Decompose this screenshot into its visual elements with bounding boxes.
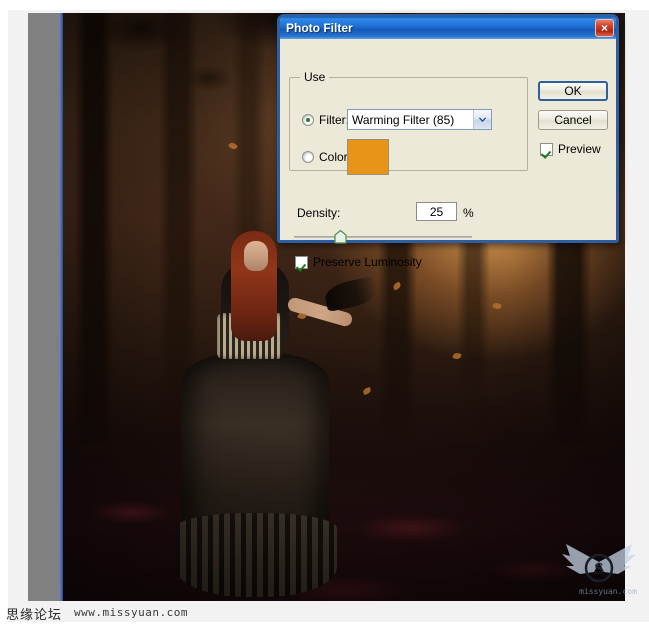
forum-watermark-text: 思缘论坛 bbox=[6, 607, 63, 622]
dialog-title: Photo Filter bbox=[286, 21, 353, 35]
filter-radio-label: Filter: bbox=[319, 113, 349, 127]
filter-type-select[interactable]: Warming Filter (85) bbox=[347, 109, 492, 130]
dialog-titlebar[interactable]: Photo Filter × bbox=[280, 17, 616, 39]
density-input[interactable]: 25 bbox=[416, 202, 457, 221]
ok-button[interactable]: OK bbox=[538, 81, 608, 101]
close-icon[interactable]: × bbox=[595, 19, 614, 37]
filter-radio-row[interactable]: Filter: bbox=[302, 113, 349, 127]
forum-watermark-url: www.missyuan.com bbox=[74, 606, 188, 619]
cancel-button[interactable]: Cancel bbox=[538, 110, 608, 130]
checkbox-preview-icon[interactable] bbox=[540, 142, 553, 156]
color-swatch[interactable] bbox=[347, 139, 389, 175]
color-radio-row[interactable]: Color: bbox=[302, 150, 351, 164]
winged-logo-watermark: S missyuan.com bbox=[562, 544, 637, 596]
logo-letter: S bbox=[594, 559, 603, 578]
preview-label: Preview bbox=[558, 142, 601, 156]
radio-filter-icon[interactable] bbox=[302, 114, 314, 126]
screenshot-root: S missyuan.com 思缘论坛 www.missyuan.com Pho… bbox=[0, 0, 649, 629]
canvas-gray-margin bbox=[28, 13, 59, 601]
filter-type-value: Warming Filter (85) bbox=[352, 112, 455, 127]
density-slider[interactable] bbox=[294, 229, 472, 245]
density-slider-track[interactable] bbox=[294, 236, 472, 238]
density-unit: % bbox=[463, 206, 474, 220]
density-label: Density: bbox=[297, 206, 341, 220]
preview-row[interactable]: Preview bbox=[540, 142, 601, 156]
checkbox-preserve-luminosity-icon[interactable] bbox=[295, 255, 308, 269]
chevron-down-icon[interactable] bbox=[473, 110, 491, 129]
use-groupbox-label: Use bbox=[300, 70, 330, 84]
radio-color-icon[interactable] bbox=[302, 151, 314, 163]
density-slider-thumb[interactable] bbox=[333, 230, 347, 244]
preserve-luminosity-label: Preserve Luminosity bbox=[313, 255, 422, 269]
dialog-body: Use Filter: Warming Filter (85) Color: D… bbox=[280, 39, 616, 269]
preserve-luminosity-row[interactable]: Preserve Luminosity bbox=[295, 255, 422, 269]
photo-filter-dialog[interactable]: Photo Filter × Use Filter: Warming Filte… bbox=[277, 14, 619, 269]
svg-text:missyuan.com: missyuan.com bbox=[579, 587, 637, 596]
